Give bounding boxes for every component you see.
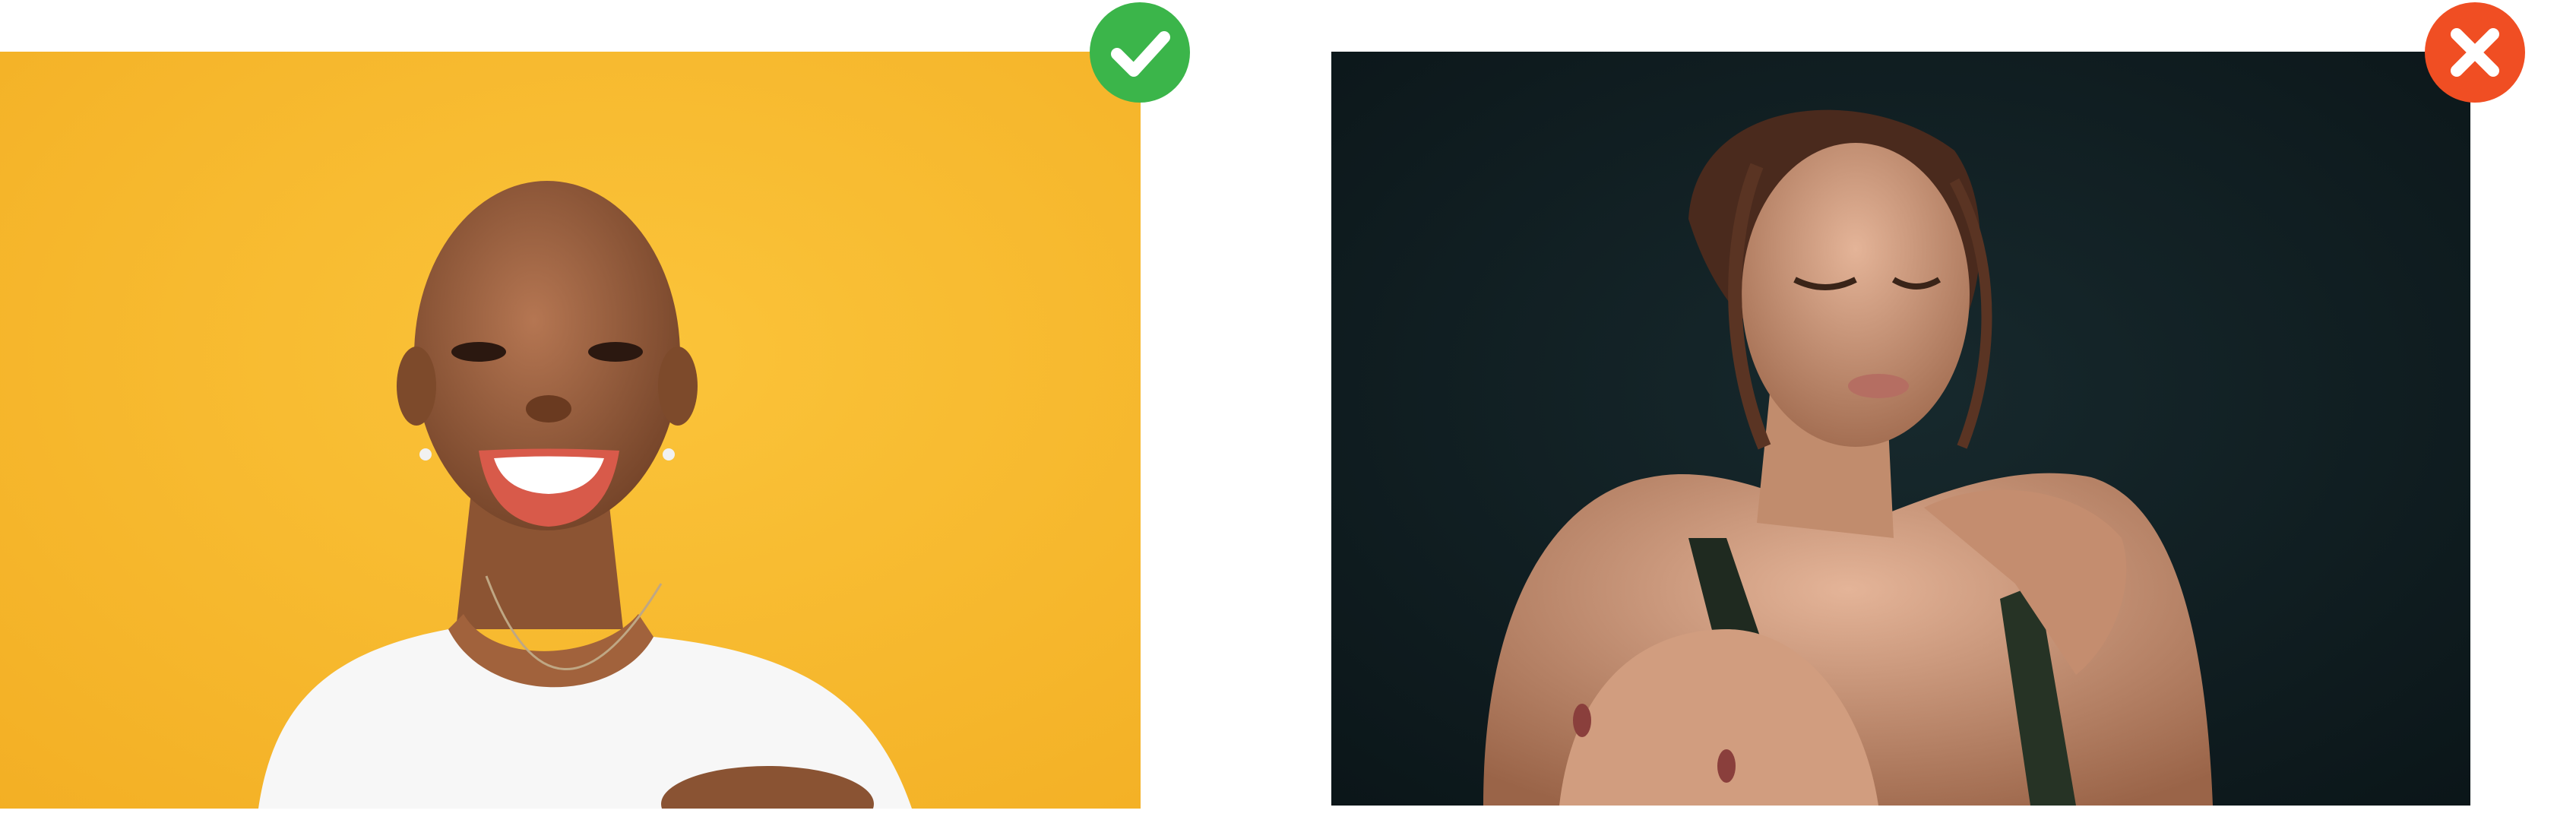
approved-badge — [1090, 2, 1190, 103]
rejected-badge — [2425, 2, 2525, 103]
close-icon — [2425, 2, 2525, 103]
woman-dark-studio-photo — [1331, 52, 2470, 806]
approved-example-photo — [0, 52, 1141, 809]
rejected-example-photo — [1331, 52, 2470, 806]
smiling-woman-photo — [0, 52, 1141, 809]
check-icon — [1090, 2, 1190, 103]
